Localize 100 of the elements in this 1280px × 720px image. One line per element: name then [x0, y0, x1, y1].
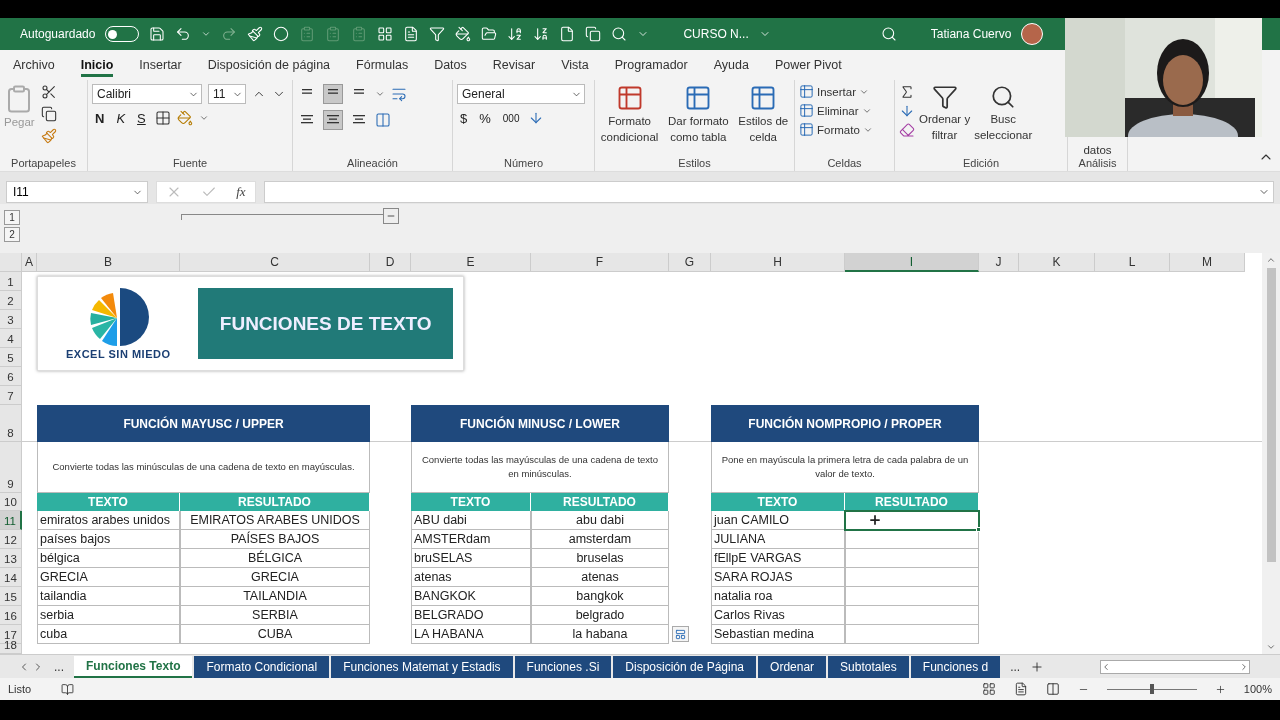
- zoom-slider-thumb[interactable]: [1149, 683, 1154, 694]
- currency-button[interactable]: $: [457, 110, 471, 126]
- table-cell[interactable]: EMIRATOS ARABES UNIDOS: [180, 511, 370, 530]
- zoom-in-icon[interactable]: [1214, 683, 1226, 695]
- bold-button[interactable]: N: [92, 110, 108, 126]
- row-header[interactable]: 15: [0, 587, 22, 606]
- user-name[interactable]: Tatiana Cuervo: [930, 27, 1012, 41]
- column-header[interactable]: I: [845, 253, 979, 272]
- ribbon-tab[interactable]: Archivo: [13, 53, 55, 77]
- font-size-field[interactable]: 11: [208, 84, 246, 104]
- scrollbar-thumb[interactable]: [1266, 268, 1276, 562]
- column-header[interactable]: K: [1019, 253, 1095, 272]
- search-icon[interactable]: [880, 26, 897, 42]
- cells-button[interactable]: Formato: [799, 122, 873, 137]
- column-header[interactable]: F: [531, 253, 669, 272]
- sheet-tab[interactable]: Ordenar: [758, 655, 827, 678]
- row-header[interactable]: 7: [0, 386, 22, 405]
- table-cell[interactable]: amsterdam: [531, 530, 669, 549]
- row-header[interactable]: 2: [0, 291, 22, 310]
- column-header[interactable]: C: [180, 253, 370, 272]
- clipboard-icon[interactable]: [299, 26, 316, 42]
- cells-button[interactable]: Insertar: [799, 84, 873, 99]
- clipboard-icon[interactable]: [351, 26, 368, 42]
- column-header[interactable]: B: [37, 253, 180, 272]
- sheet-tab[interactable]: Funciones Texto: [74, 655, 193, 678]
- circle-icon[interactable]: [273, 26, 290, 42]
- column-header[interactable]: D: [370, 253, 411, 272]
- quick-analysis-button[interactable]: [672, 626, 689, 642]
- document-title[interactable]: CURSO N...: [683, 27, 749, 41]
- column-header[interactable]: A: [22, 253, 37, 272]
- underline-button[interactable]: S: [134, 110, 149, 126]
- row-header[interactable]: 1: [0, 272, 22, 291]
- sheet-tab[interactable]: Subtotales: [828, 655, 909, 678]
- column-header[interactable]: H: [711, 253, 845, 272]
- font-name-field[interactable]: Calibri: [92, 84, 202, 104]
- ribbon-tab[interactable]: Vista: [561, 53, 589, 77]
- ribbon-tab[interactable]: Datos: [434, 53, 467, 77]
- page-layout-icon[interactable]: [1013, 682, 1028, 696]
- borders-icon[interactable]: [154, 110, 171, 126]
- outline-level-button[interactable]: 2: [4, 227, 20, 242]
- thousands-button[interactable]: 000: [499, 112, 523, 124]
- page-break-icon[interactable]: [1045, 682, 1060, 696]
- ribbon-tab[interactable]: Inicio: [80, 53, 114, 77]
- ribbon-tab[interactable]: Programador: [614, 53, 688, 77]
- outline-level-button[interactable]: 1: [4, 210, 20, 225]
- caret-icon[interactable]: [201, 29, 212, 39]
- document-icon[interactable]: [403, 26, 420, 42]
- more-sheets-button[interactable]: ...: [1002, 659, 1029, 674]
- copy-icon[interactable]: [40, 106, 57, 122]
- table-cell[interactable]: SERBIA: [180, 606, 370, 625]
- ribbon-tab[interactable]: Disposición de página: [207, 53, 331, 77]
- row-header[interactable]: 4: [0, 329, 22, 348]
- sheet-tab[interactable]: Funciones Matemat y Estadis: [331, 655, 513, 678]
- analysis-button[interactable]: datos: [1083, 143, 1112, 157]
- caret-icon[interactable]: [198, 113, 209, 123]
- column-header[interactable]: E: [411, 253, 531, 272]
- table-cell[interactable]: [845, 568, 979, 587]
- wrap-text-icon[interactable]: [391, 86, 407, 102]
- undo-icon[interactable]: [175, 26, 192, 42]
- folder-icon[interactable]: [481, 26, 498, 42]
- column-header[interactable]: J: [979, 253, 1019, 272]
- normal-view-icon[interactable]: [981, 682, 996, 696]
- ribbon-tab[interactable]: Power Pivot: [774, 53, 842, 77]
- table-cell[interactable]: bangkok: [531, 587, 669, 606]
- ribbon-tab[interactable]: Ayuda: [713, 53, 749, 77]
- sheet-tab[interactable]: Formato Condicional: [194, 655, 330, 678]
- column-header[interactable]: M: [1170, 253, 1245, 272]
- table-cell[interactable]: abu dabi: [531, 511, 669, 530]
- fill-icon[interactable]: [455, 26, 472, 42]
- sort-descending-icon[interactable]: [533, 26, 550, 42]
- more-sheets-button[interactable]: ...: [46, 659, 72, 674]
- style-button[interactable]: Formato condicional: [600, 84, 659, 144]
- editing-button[interactable]: Busc seleccionar: [974, 84, 1033, 142]
- horizontal-scrollbar[interactable]: [1100, 659, 1250, 674]
- clipboard-icon[interactable]: [325, 26, 342, 42]
- save-icon[interactable]: [149, 26, 166, 42]
- sheet-tab[interactable]: Disposición de Página: [613, 655, 757, 678]
- cells-button[interactable]: Eliminar: [799, 103, 873, 118]
- brush-icon[interactable]: [247, 26, 264, 42]
- row-header[interactable]: 11: [0, 511, 22, 530]
- row-header[interactable]: 16: [0, 606, 22, 625]
- table-cell[interactable]: TAILANDIA: [180, 587, 370, 606]
- scroll-up-icon[interactable]: [1266, 255, 1276, 265]
- sheet-tab[interactable]: Funciones d: [910, 655, 1001, 678]
- table-cell[interactable]: GRECIA: [180, 568, 370, 587]
- table-cell[interactable]: [845, 625, 979, 644]
- column-header[interactable]: G: [669, 253, 711, 272]
- accessibility-icon[interactable]: [61, 682, 75, 696]
- table-cell[interactable]: atenas: [531, 568, 669, 587]
- filter-icon[interactable]: [429, 26, 446, 42]
- style-button[interactable]: Dar formato como tabla: [668, 84, 729, 144]
- row-header[interactable]: 6: [0, 367, 22, 386]
- table-cell[interactable]: [845, 606, 979, 625]
- scroll-left-icon[interactable]: [1101, 661, 1111, 672]
- style-button[interactable]: Estilos de celda: [738, 84, 789, 144]
- table-cell[interactable]: la habana: [531, 625, 669, 644]
- ribbon-tab[interactable]: Fórmulas: [356, 53, 409, 77]
- copy-icon[interactable]: [585, 26, 602, 42]
- add-sheet-icon[interactable]: [1030, 659, 1045, 674]
- italic-button[interactable]: K: [113, 110, 129, 126]
